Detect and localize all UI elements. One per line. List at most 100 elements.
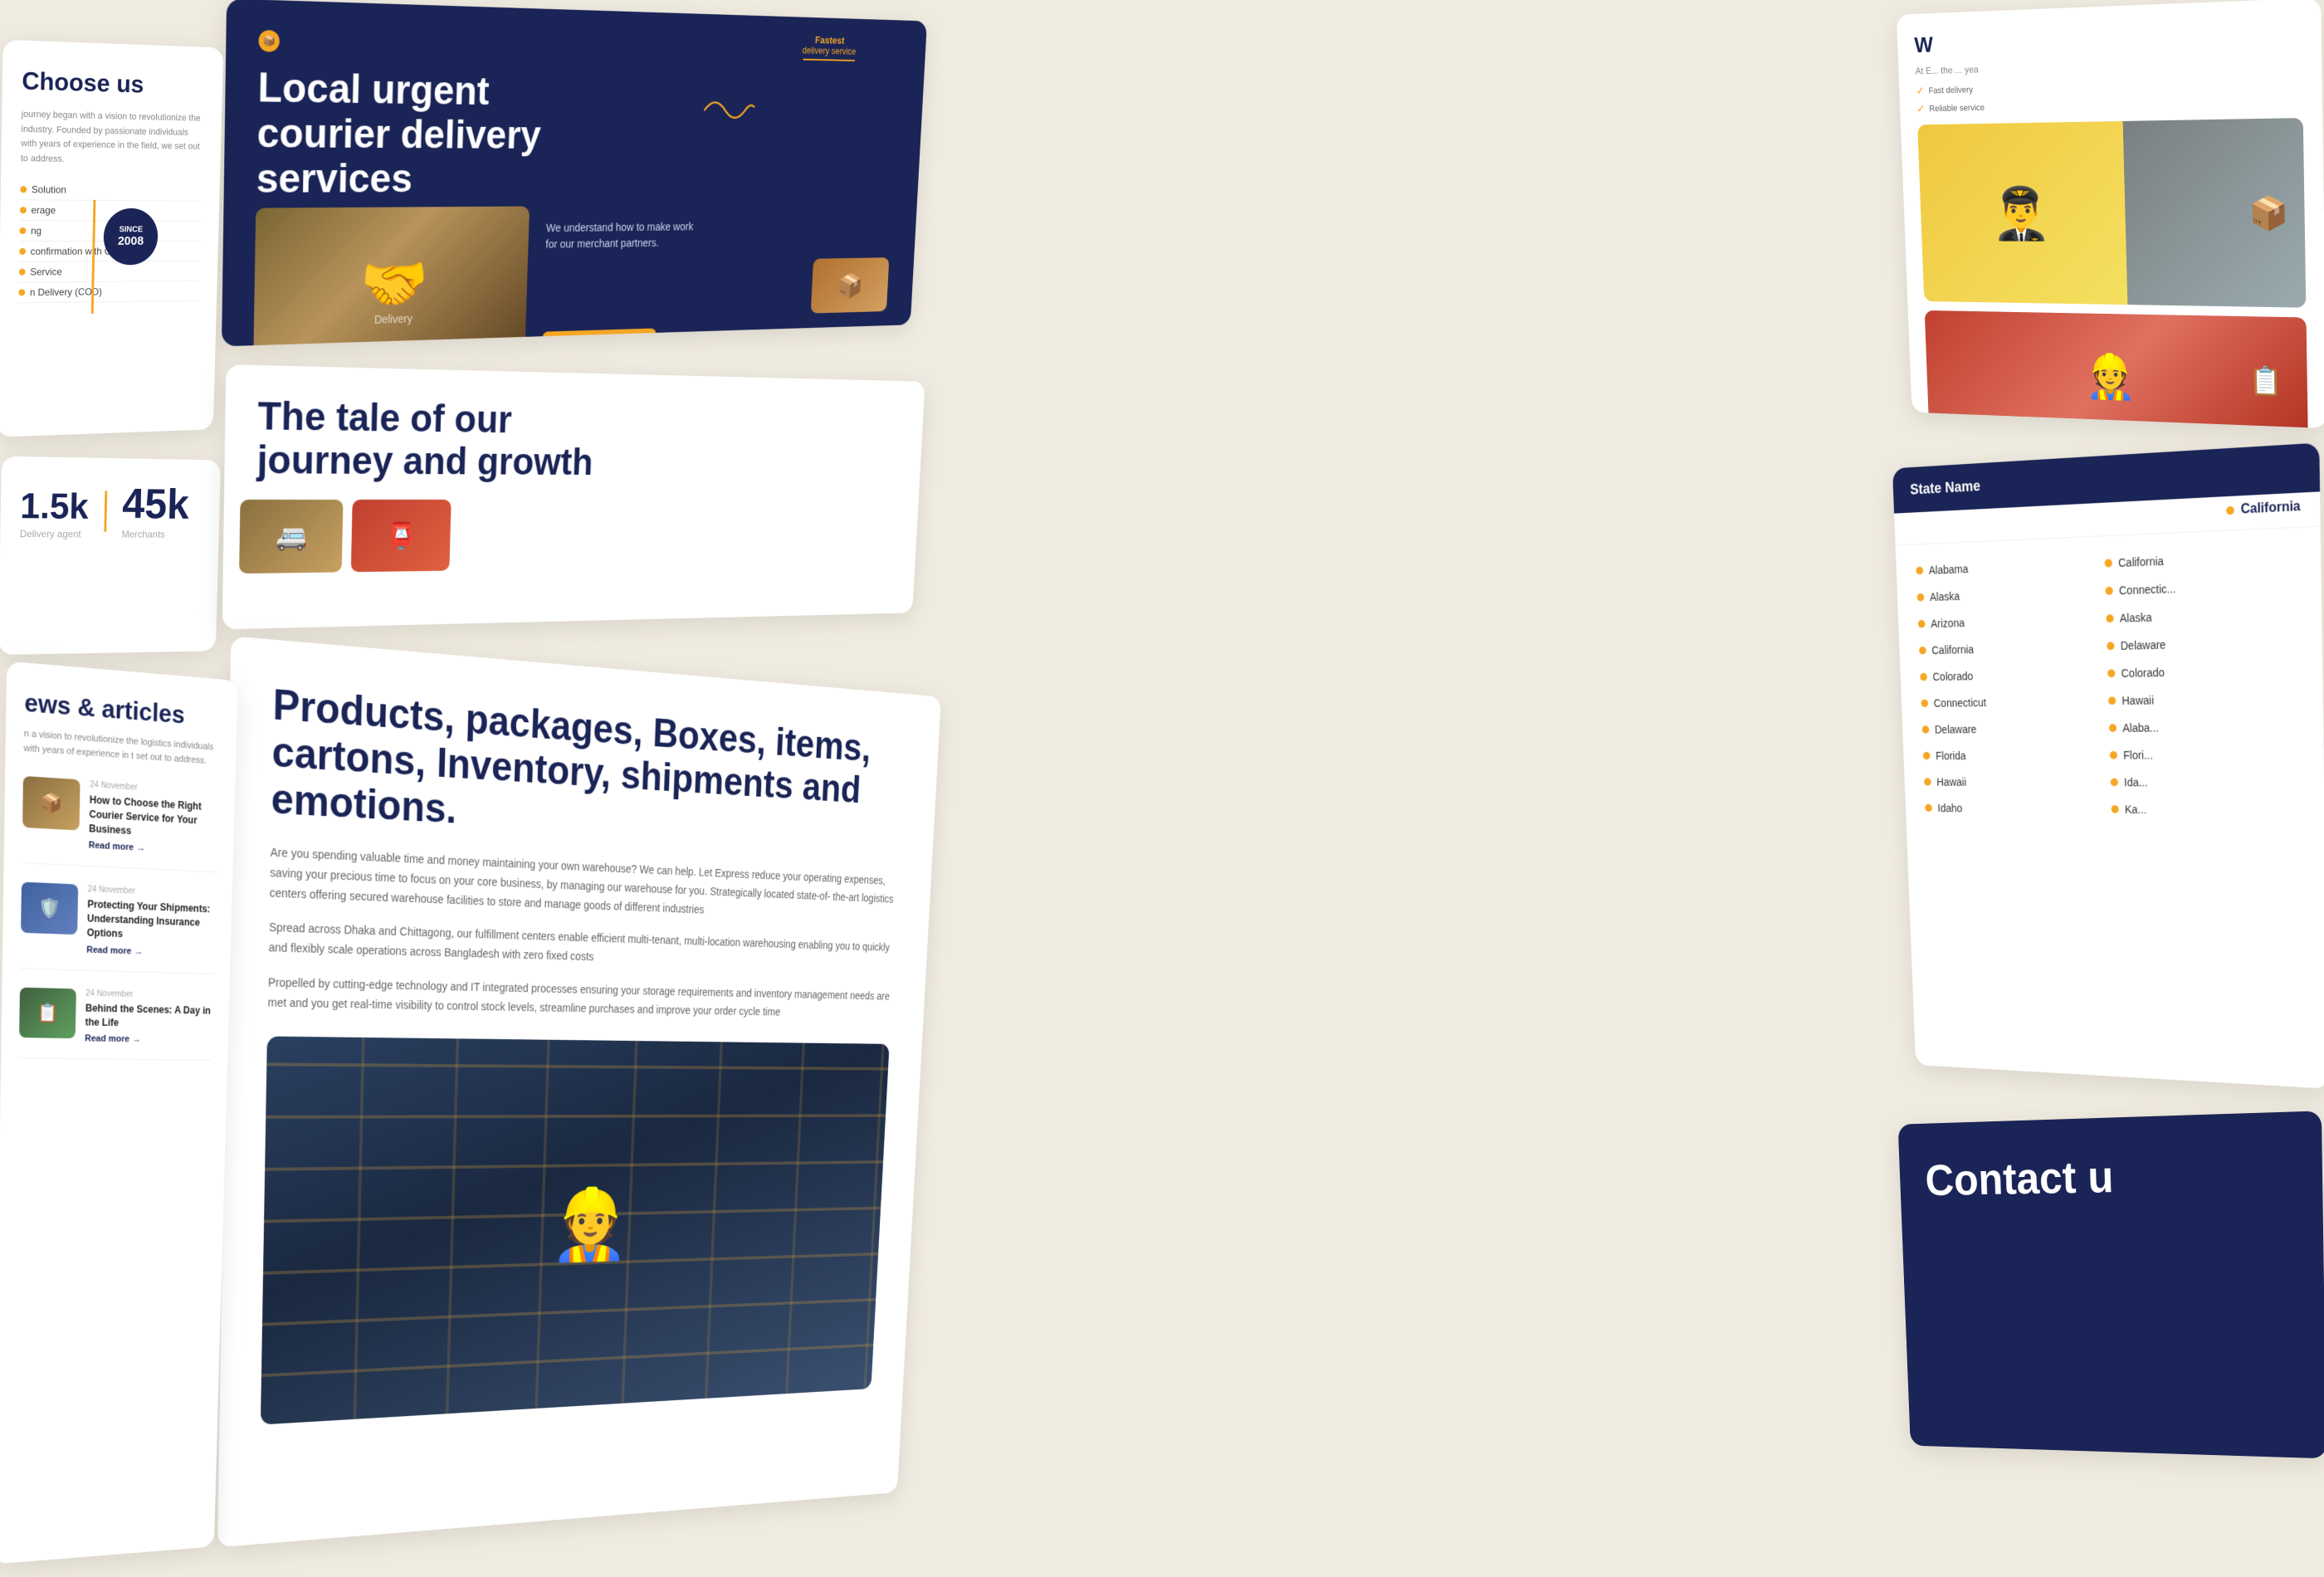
colorado2-name: Colorado	[2121, 666, 2165, 680]
contact-card: Contact u	[1898, 1111, 2324, 1458]
colorado1-name: Colorado	[1932, 670, 1973, 683]
stats-card: 1.5k Delivery agent 45k Merchants	[0, 456, 221, 655]
california1-dot	[1919, 647, 1926, 655]
worker-emoji: 👷	[549, 1184, 631, 1266]
idaho1-dot	[1925, 804, 1932, 812]
connecticut1-dot	[1921, 700, 1928, 707]
state-item-hawaii-2: Hawaii	[2105, 684, 2303, 715]
idaho2-dot	[2111, 779, 2118, 787]
news-date-2: 24 November	[88, 885, 216, 900]
florida2-dot	[2110, 751, 2117, 759]
stat-2: 45k Merchants	[121, 483, 189, 540]
kansas-name: Ka...	[2125, 803, 2147, 816]
state-item-colorado-2: Colorado	[2104, 656, 2303, 687]
stats-row: 1.5k Delivery agent 45k Merchants	[20, 481, 203, 540]
read-more-3[interactable]: Read more	[85, 1034, 212, 1046]
idaho2-name: Ida...	[2124, 776, 2148, 788]
courier-person-1: 👨‍✈️	[1917, 121, 2127, 305]
kansas-dot	[2112, 805, 2119, 813]
states-col-2: California Connectic... Alaska Delaware …	[2102, 541, 2306, 824]
news-card: ews & articles n a vision to revolutioni…	[0, 661, 238, 1564]
why-feature-5: Service	[19, 261, 200, 283]
alaska2-dot	[2106, 614, 2113, 622]
florida2-name: Flori...	[2123, 749, 2153, 762]
hero-body: 🤝 Delivery We understand how to make wor…	[253, 204, 892, 347]
why-feature-6: n Delivery (COD)	[18, 281, 199, 303]
courier-person-2: 👷	[2084, 350, 2136, 403]
why-heading: Choose us	[22, 67, 204, 100]
logo-icon: 📦	[258, 30, 280, 52]
hero-small-image: 📦	[811, 257, 890, 313]
california2-name: California	[2118, 554, 2164, 569]
products-heading: Products, packages, Boxes, items, carton…	[271, 681, 906, 856]
hawaii1-dot	[1924, 778, 1931, 785]
hawaii2-dot	[2108, 696, 2116, 705]
why-choose-card: Choose us journey began with a vision to…	[0, 40, 223, 437]
arizona-name: Arizona	[1931, 617, 1965, 630]
state-item-hawaii-1: Hawaii	[1921, 769, 2105, 796]
hero-image-bg: 🤝 Delivery	[253, 207, 530, 347]
courier-desc: At E... the ... yea	[1915, 52, 2302, 78]
news-item-2: 🛡️ 24 November Protecting Your Shipments…	[20, 882, 215, 974]
fastest-sub: delivery service	[802, 45, 856, 56]
news-heading: ews & articles	[24, 689, 221, 733]
check-icon-1: ✓	[1916, 84, 1925, 97]
news-content-1: 24 November How to Choose the Right Cour…	[89, 780, 218, 857]
delaware1-name: Delaware	[1935, 723, 1977, 735]
hero-tagline: We understand how to make work for our m…	[545, 219, 706, 253]
alabama-dot	[1916, 567, 1923, 575]
state-item-alabama-2: Alaba...	[2106, 712, 2304, 741]
arizona-dot	[1918, 620, 1926, 628]
fastest-badge: Fastest delivery service	[802, 34, 857, 61]
warehouse-image: 👷	[261, 1036, 890, 1424]
journey-line2: journey and growth	[256, 438, 593, 483]
products-para3: Propelled by cutting-edge technology and…	[267, 973, 892, 1023]
news-thumb-3: 📋	[19, 987, 76, 1038]
connecticut2-name: Connectic...	[2119, 582, 2176, 597]
featured-state: California	[2226, 500, 2301, 519]
news-item-1: 📦 24 November How to Choose the Right Co…	[22, 776, 218, 873]
journey-line1: The tale of our	[257, 394, 512, 441]
news-title-1: How to Choose the Right Courier Service …	[89, 793, 218, 842]
courier-text-area: W At E... the ... yea ✓ Fast delivery ✓ …	[1914, 19, 2303, 115]
florida1-dot	[1923, 752, 1931, 759]
journey-img-2: 📮	[351, 500, 452, 572]
check-2: ✓ Reliable service	[1916, 94, 2302, 115]
featured-state-name: California	[2240, 500, 2300, 518]
states-col-1: Alabama Alaska Arizona California Colora…	[1912, 549, 2105, 823]
products-card: Products, packages, Boxes, items, carton…	[217, 636, 941, 1547]
hero-main-image: 🤝 Delivery	[253, 207, 530, 347]
idaho1-name: Idaho	[1937, 802, 1962, 814]
alaska1-name: Alaska	[1930, 589, 1960, 603]
stat-divider	[104, 491, 107, 531]
journey-images: 🚐 📮	[223, 483, 920, 574]
news-thumb-1: 📦	[22, 776, 81, 831]
news-item-3: 📋 24 November Behind the Scenes: A Day i…	[19, 987, 213, 1061]
stat-2-number: 45k	[122, 483, 190, 525]
contact-heading: Contact u	[1924, 1145, 2293, 1205]
featured-placeholder	[1911, 511, 2219, 526]
check-label-1: Fast delivery	[1928, 85, 1973, 95]
read-more-2[interactable]: Read more	[86, 945, 214, 959]
delaware1-dot	[1922, 725, 1930, 733]
why-description: journey began with a vision to revolutio…	[21, 108, 204, 169]
state-item-delaware-2: Delaware	[2103, 627, 2302, 660]
hawaii2-name: Hawaii	[2121, 694, 2154, 707]
courier-boxes-icon: 📦	[2248, 194, 2289, 233]
journey-header: The tale of our journey and growth	[224, 364, 925, 485]
stat-2-label: Merchants	[121, 529, 188, 540]
state-item-connecticut-1: Connecticut	[1918, 687, 2103, 716]
squiggle-decoration	[701, 90, 756, 129]
courier-image-top: 👨‍✈️ 📦	[1917, 118, 2306, 308]
read-more-1[interactable]: Read more	[89, 841, 217, 857]
alaska2-name: Alaska	[2120, 611, 2152, 625]
stat-1-number: 1.5k	[20, 488, 89, 525]
hero-title: Local urgent courier delivery services	[256, 65, 577, 201]
news-intro: n a vision to revolutionize the logistic…	[23, 727, 219, 769]
journey-card: The tale of our journey and growth 🚐 📮	[222, 364, 925, 629]
check-label-2: Reliable service	[1929, 103, 1985, 114]
since-year: 2008	[118, 234, 144, 248]
warehouse-worker: 👷	[549, 1184, 631, 1266]
products-para2: Spread across Dhaka and Chittagong, our …	[268, 918, 895, 974]
news-content-3: 24 November Behind the Scenes: A Day in …	[85, 989, 212, 1046]
